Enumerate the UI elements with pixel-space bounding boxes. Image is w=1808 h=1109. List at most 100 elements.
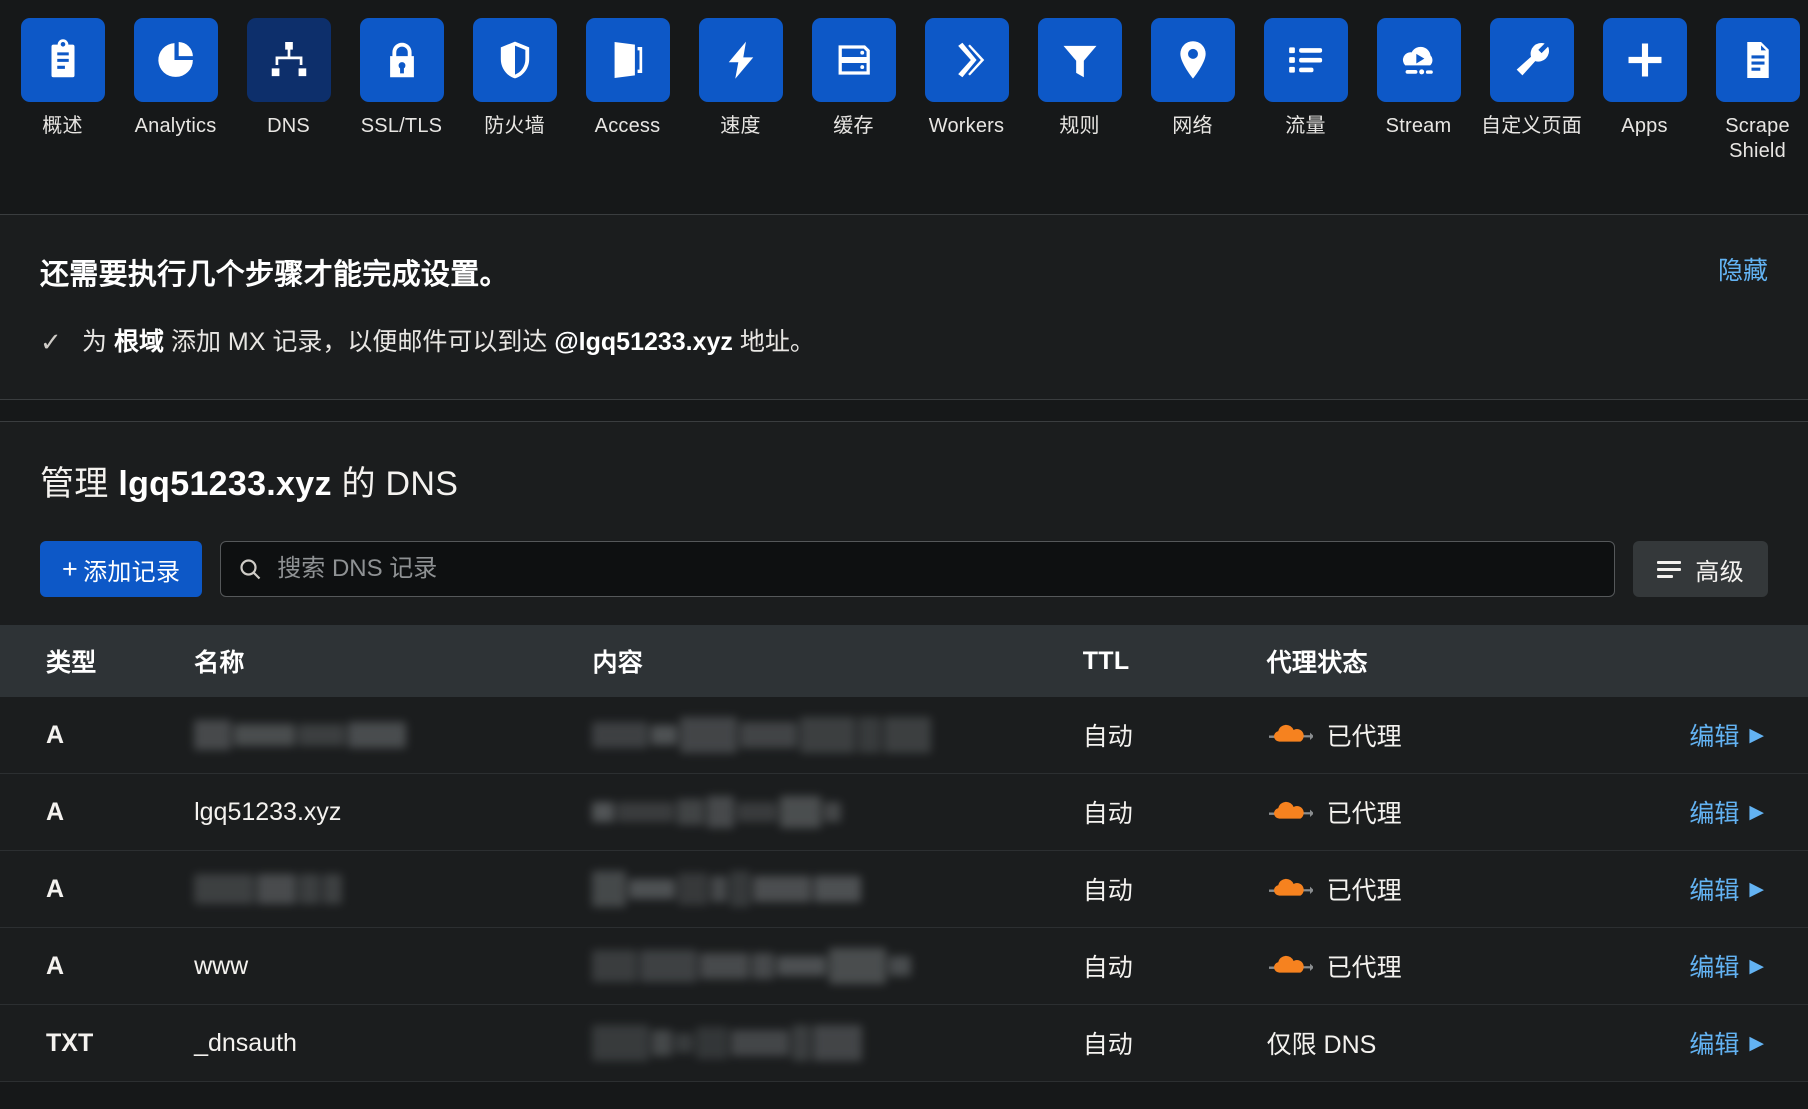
plus-icon: + bbox=[62, 553, 79, 584]
nav-tile bbox=[585, 18, 670, 102]
proxy-status-label: 仅限 DNS bbox=[1266, 1031, 1377, 1059]
nav-item-[interactable]: 缓存 bbox=[797, 18, 910, 139]
nav-item-[interactable]: 自定义页面 bbox=[1475, 18, 1588, 139]
table-body: A 自动 已代理 编辑 ▶ Algq51233.xyz 自动 已代理 编辑 ▶ A 自动 已代理 编辑 ▶ A… bbox=[0, 697, 1808, 1082]
record-ttl-cell: 自动 bbox=[1082, 773, 1267, 851]
nav-tile bbox=[1602, 18, 1687, 102]
record-name: www bbox=[194, 951, 249, 980]
record-type-cell: A bbox=[0, 697, 195, 774]
nav-item-label: 速度 bbox=[720, 115, 761, 137]
nav-item-dns[interactable]: DNS bbox=[232, 18, 345, 139]
nav-item-workers[interactable]: Workers bbox=[910, 18, 1023, 139]
record-name-cell bbox=[194, 697, 593, 774]
edit-record-link[interactable]: 编辑 ▶ bbox=[1689, 794, 1764, 830]
table-row[interactable]: Awww 自动 已代理 编辑 ▶ bbox=[0, 927, 1808, 1005]
banner-hide-link[interactable]: 隐藏 bbox=[1718, 251, 1768, 287]
nav-item-stream[interactable]: Stream bbox=[1362, 18, 1475, 139]
advanced-button[interactable]: 高级 bbox=[1633, 541, 1768, 597]
record-actions-cell: 编辑 ▶ bbox=[1573, 850, 1808, 928]
proxy-status-label: 已代理 bbox=[1326, 723, 1402, 751]
nav-item-[interactable]: 规则 bbox=[1023, 18, 1136, 139]
add-record-button[interactable]: + 添加记录 bbox=[40, 541, 203, 597]
edit-label: 编辑 bbox=[1689, 1031, 1740, 1059]
record-proxy-cell[interactable]: 已代理 bbox=[1266, 697, 1574, 774]
col-header-ttl[interactable]: TTL bbox=[1082, 625, 1267, 697]
nav-tile bbox=[359, 18, 444, 102]
edit-label: 编辑 bbox=[1689, 723, 1740, 751]
nav-item-access[interactable]: Access bbox=[571, 18, 684, 139]
nav-tile bbox=[1715, 18, 1800, 102]
edit-label: 编辑 bbox=[1689, 954, 1740, 982]
nav-item-analytics[interactable]: Analytics bbox=[119, 18, 232, 139]
col-header-name[interactable]: 名称 bbox=[194, 625, 593, 697]
proxy-status-label: 已代理 bbox=[1326, 954, 1402, 982]
nav-tile bbox=[698, 18, 783, 102]
redacted-value bbox=[592, 796, 1082, 828]
nav-tile bbox=[246, 18, 331, 102]
edit-record-link[interactable]: 编辑 ▶ bbox=[1689, 871, 1764, 907]
nav-tile bbox=[1376, 18, 1461, 102]
server-icon bbox=[838, 45, 870, 75]
plus-icon bbox=[1628, 43, 1661, 77]
proxied-cloud-icon bbox=[1268, 955, 1313, 973]
table-header-row: 类型 名称 内容 TTL 代理状态 bbox=[0, 625, 1808, 697]
nav-item-[interactable]: 概述 bbox=[6, 18, 119, 139]
record-ttl-cell: 自动 bbox=[1082, 850, 1267, 928]
nav-item-scrape-shield[interactable]: Scrape Shield bbox=[1701, 18, 1808, 164]
sitemap-icon bbox=[271, 41, 306, 77]
chevron-right-icon: ▶ bbox=[1749, 878, 1764, 900]
banner-item-text: 为 根域 添加 MX 记录，以便邮件可以到达 @lgq51233.xyz 地址。 bbox=[82, 325, 815, 359]
nav-item-[interactable]: 流量 bbox=[1249, 18, 1362, 139]
record-ttl-cell: 自动 bbox=[1082, 927, 1267, 1005]
proxy-status[interactable]: 已代理 bbox=[1267, 794, 1573, 830]
record-type-cell: TXT bbox=[0, 1004, 195, 1082]
record-name-cell: lgq51233.xyz bbox=[194, 773, 593, 851]
proxied-cloud-icon bbox=[1268, 724, 1313, 742]
proxy-status[interactable]: 已代理 bbox=[1267, 717, 1573, 753]
record-name: lgq51233.xyz bbox=[194, 797, 342, 826]
record-proxy-cell[interactable]: 已代理 bbox=[1266, 773, 1574, 851]
record-proxy-cell[interactable]: 已代理 bbox=[1266, 850, 1574, 928]
nav-item-label: Analytics bbox=[134, 115, 217, 137]
edit-record-link[interactable]: 编辑 ▶ bbox=[1689, 717, 1764, 753]
edit-record-link[interactable]: 编辑 ▶ bbox=[1689, 1025, 1764, 1061]
nav-item-[interactable]: 网络 bbox=[1136, 18, 1249, 139]
nav-item-label: 缓存 bbox=[833, 115, 874, 137]
table-row[interactable]: A 自动 已代理 编辑 ▶ bbox=[0, 697, 1808, 774]
proxy-status[interactable]: 仅限 DNS bbox=[1267, 1025, 1573, 1061]
table-row[interactable]: Algq51233.xyz 自动 已代理 编辑 ▶ bbox=[0, 773, 1808, 851]
col-header-proxy-status[interactable]: 代理状态 bbox=[1266, 625, 1574, 697]
nav-item-label: Apps bbox=[1621, 115, 1668, 137]
col-header-type[interactable]: 类型 bbox=[0, 625, 195, 697]
proxy-status[interactable]: 已代理 bbox=[1267, 871, 1573, 907]
proxy-status[interactable]: 已代理 bbox=[1267, 948, 1573, 984]
search-input[interactable] bbox=[220, 541, 1616, 597]
map-pin-icon bbox=[1179, 41, 1206, 79]
col-header-content[interactable]: 内容 bbox=[592, 625, 1083, 697]
record-ttl: 自动 bbox=[1082, 954, 1133, 982]
search-field-wrapper bbox=[220, 541, 1616, 597]
record-content-cell bbox=[592, 1004, 1083, 1082]
nav-item-ssl-tls[interactable]: SSL/TLS bbox=[345, 18, 458, 139]
nav-item-label: 规则 bbox=[1059, 115, 1100, 137]
record-proxy-cell[interactable]: 仅限 DNS bbox=[1266, 1004, 1574, 1082]
record-actions-cell: 编辑 ▶ bbox=[1573, 927, 1808, 1005]
redacted-value bbox=[194, 720, 592, 751]
page-title-domain: lgq51233.xyz bbox=[118, 465, 332, 503]
edit-label: 编辑 bbox=[1689, 877, 1740, 905]
record-name-cell: www bbox=[194, 927, 593, 1005]
record-proxy-cell[interactable]: 已代理 bbox=[1266, 927, 1574, 1005]
page-title: 管理 lgq51233.xyz 的 DNS bbox=[0, 456, 1808, 505]
banner-title: 还需要执行几个步骤才能完成设置。 bbox=[40, 259, 509, 291]
redacted-value bbox=[592, 948, 1082, 984]
record-ttl: 自动 bbox=[1082, 723, 1133, 751]
nav-item-[interactable]: 防火墙 bbox=[458, 18, 571, 139]
edit-record-link[interactable]: 编辑 ▶ bbox=[1689, 948, 1764, 984]
nav-item-apps[interactable]: Apps bbox=[1588, 18, 1701, 139]
table-row[interactable]: TXT _dnsauth 自动 仅限 DNS 编辑 ▶ bbox=[0, 1004, 1808, 1082]
record-content-cell bbox=[592, 773, 1083, 851]
table-row[interactable]: A 自动 已代理 编辑 ▶ bbox=[0, 850, 1808, 928]
record-content-cell bbox=[592, 697, 1083, 774]
nav-item-[interactable]: 速度 bbox=[684, 18, 797, 139]
col-header-actions bbox=[1573, 625, 1808, 697]
